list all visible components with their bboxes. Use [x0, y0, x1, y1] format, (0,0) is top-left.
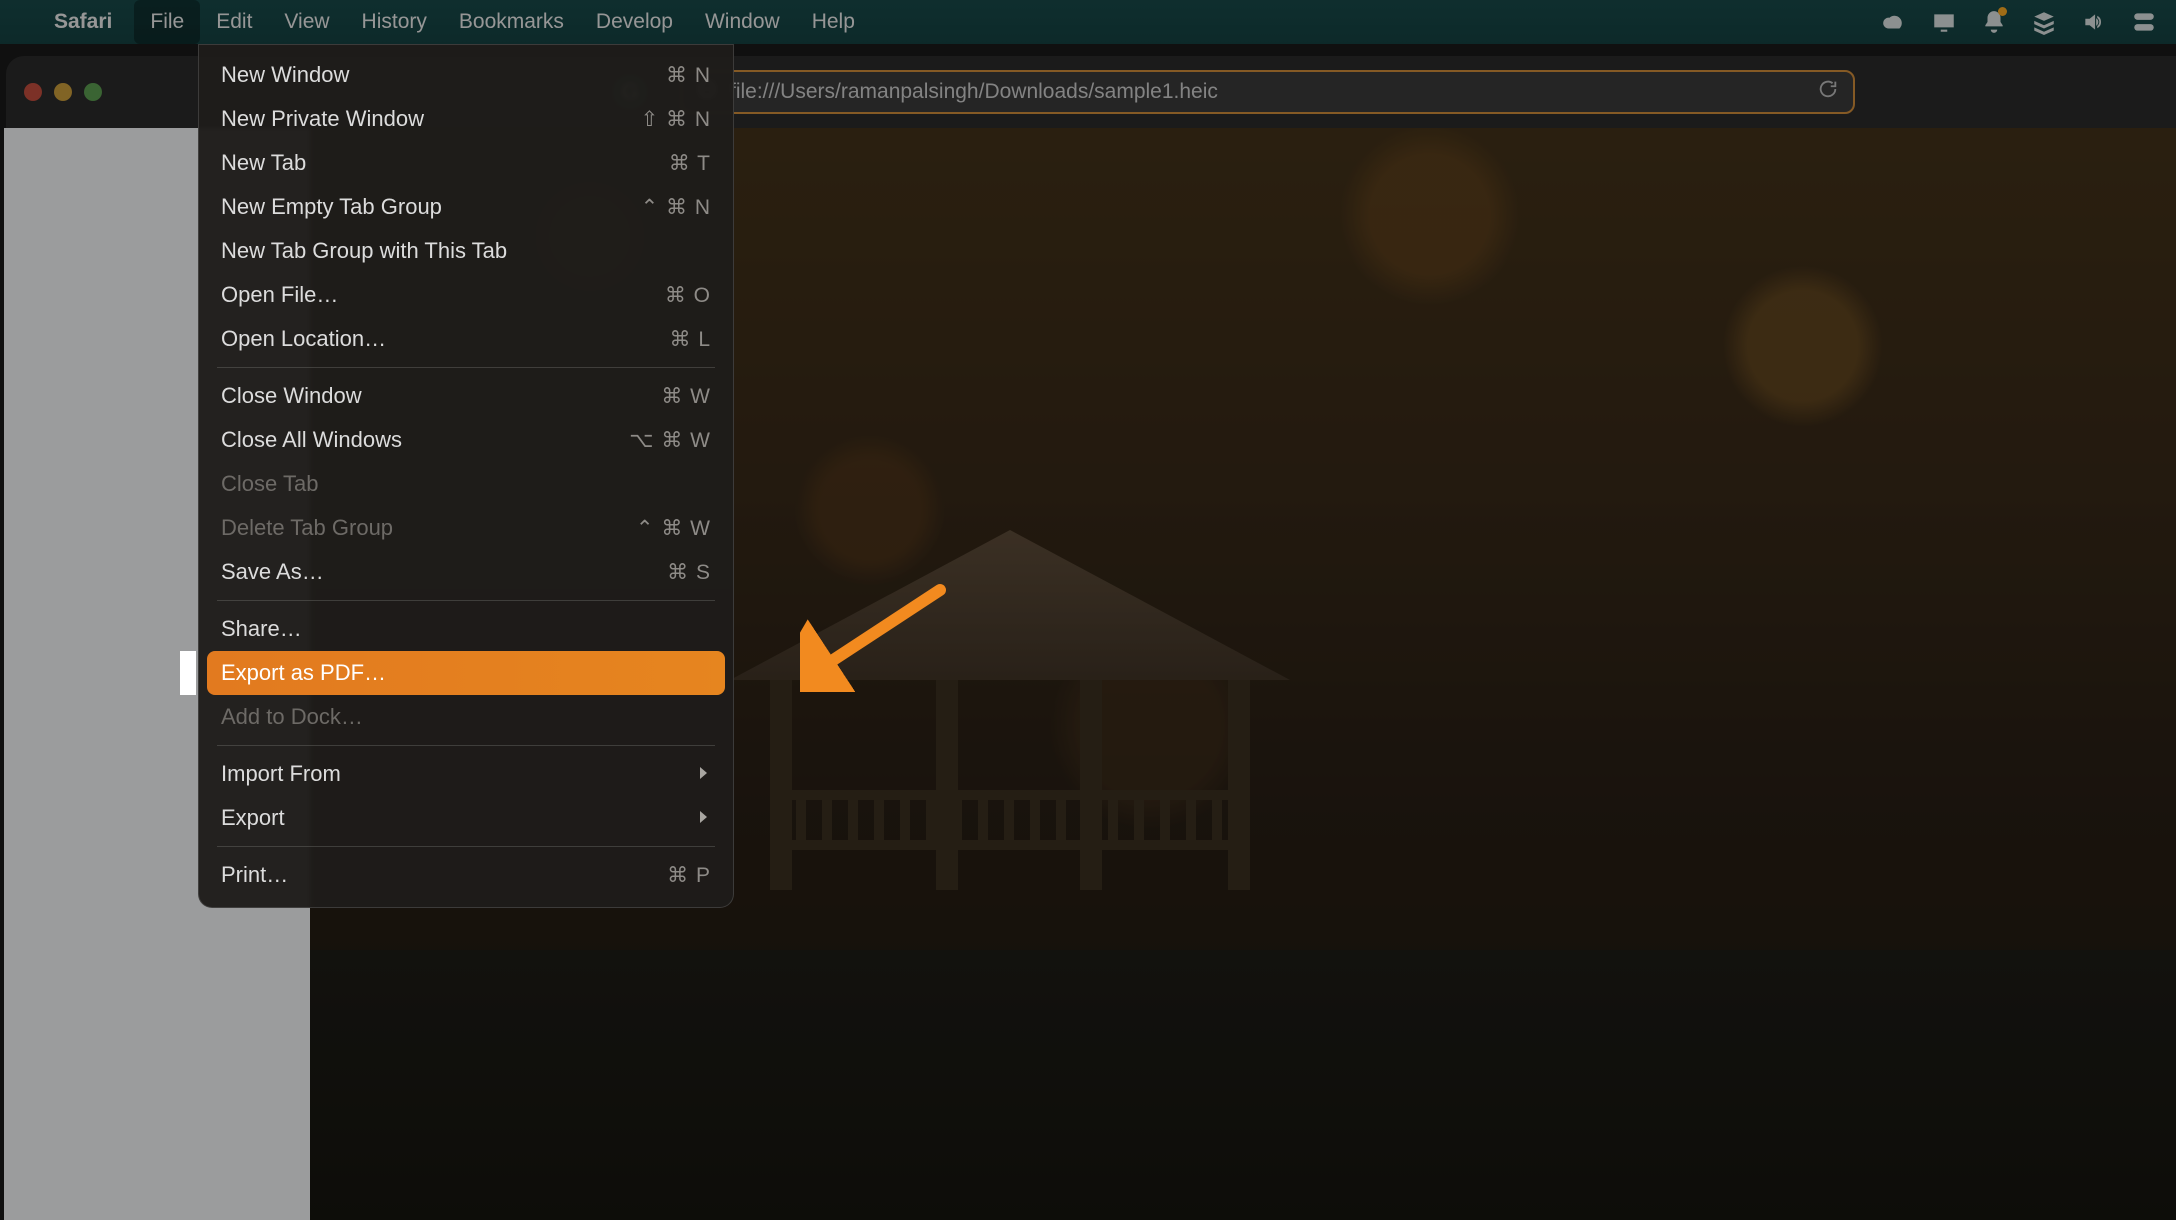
menubar-item-file[interactable]: File: [134, 0, 200, 44]
menu-item-new-empty-tab-group[interactable]: New Empty Tab Group ⌃ ⌘ N: [207, 185, 725, 229]
control-center-icon[interactable]: [2130, 8, 2158, 36]
menubar-item-bookmarks[interactable]: Bookmarks: [443, 0, 580, 44]
menu-item-new-window[interactable]: New Window ⌘ N: [207, 53, 725, 97]
address-bar-url: file:///Users/ramanpalsingh/Downloads/sa…: [730, 80, 1218, 104]
menu-item-label: Delete Tab Group: [221, 515, 393, 541]
menu-item-label: Export: [221, 805, 285, 831]
menu-item-close-tab: Close Tab: [207, 462, 725, 506]
menu-item-add-to-dock: Add to Dock…: [207, 695, 725, 739]
notifications-icon[interactable]: [1980, 8, 2008, 36]
menu-item-shortcut: ⌘ O: [665, 283, 711, 308]
window-close-button[interactable]: [24, 83, 42, 101]
menu-item-export[interactable]: Export: [207, 796, 725, 840]
chevron-right-icon: [695, 805, 711, 831]
menu-item-label: New Tab: [221, 150, 306, 176]
menu-item-label: Print…: [221, 862, 288, 888]
menu-item-label: Close Window: [221, 383, 362, 409]
menu-item-shortcut: ⌘ S: [667, 560, 711, 585]
menu-item-delete-tab-group: Delete Tab Group ⌃ ⌘ W: [207, 506, 725, 550]
menu-item-share[interactable]: Share…: [207, 607, 725, 651]
stack-icon[interactable]: [2030, 8, 2058, 36]
menu-item-shortcut: ⌃ ⌘ W: [636, 516, 711, 541]
menu-item-label: Close All Windows: [221, 427, 402, 453]
menu-item-export-as-pdf[interactable]: Export as PDF…: [207, 651, 725, 695]
menu-item-shortcut: ⌘ L: [669, 327, 711, 352]
menu-item-label: New Tab Group with This Tab: [221, 238, 507, 264]
menu-item-shortcut: ⌘ T: [669, 151, 711, 176]
address-bar[interactable]: file:///Users/ramanpalsingh/Downloads/sa…: [680, 70, 1855, 114]
highlight-marker: [180, 651, 196, 695]
display-icon[interactable]: [1930, 8, 1958, 36]
menu-item-label: Add to Dock…: [221, 704, 363, 730]
menubar-item-develop[interactable]: Develop: [580, 0, 689, 44]
chevron-right-icon: [695, 761, 711, 787]
menu-item-new-tab[interactable]: New Tab ⌘ T: [207, 141, 725, 185]
macos-menubar: Safari FileEditViewHistoryBookmarksDevel…: [0, 0, 2176, 44]
menu-item-shortcut: ⌘ N: [666, 63, 711, 88]
menubar-item-window[interactable]: Window: [689, 0, 796, 44]
file-menu-dropdown: New Window⌘ NNew Private Window⇧ ⌘ NNew …: [198, 44, 734, 908]
menu-item-label: Open Location…: [221, 326, 386, 352]
menu-item-label: New Window: [221, 62, 349, 88]
volume-icon[interactable]: [2080, 8, 2108, 36]
menu-item-shortcut: ⌥ ⌘ W: [629, 428, 711, 453]
menubar-item-help[interactable]: Help: [796, 0, 871, 44]
menu-item-label: Export as PDF…: [221, 660, 386, 686]
window-minimize-button[interactable]: [54, 83, 72, 101]
menu-item-label: New Empty Tab Group: [221, 194, 442, 220]
menu-item-new-tab-group-with-this-tab[interactable]: New Tab Group with This Tab: [207, 229, 725, 273]
menu-item-shortcut: ⌘ P: [667, 863, 711, 888]
app-name[interactable]: Safari: [54, 10, 112, 34]
menu-item-label: Import From: [221, 761, 341, 787]
menu-item-close-window[interactable]: Close Window ⌘ W: [207, 374, 725, 418]
menubar-item-history[interactable]: History: [346, 0, 443, 44]
creative-cloud-icon[interactable]: [1880, 8, 1908, 36]
menubar-item-edit[interactable]: Edit: [200, 0, 268, 44]
menu-item-label: Open File…: [221, 282, 338, 308]
menu-item-label: Save As…: [221, 559, 324, 585]
menu-item-label: Share…: [221, 616, 302, 642]
menu-item-open-location[interactable]: Open Location… ⌘ L: [207, 317, 725, 361]
menu-item-print[interactable]: Print… ⌘ P: [207, 853, 725, 897]
menubar-item-view[interactable]: View: [268, 0, 345, 44]
menu-item-close-all-windows[interactable]: Close All Windows ⌥ ⌘ W: [207, 418, 725, 462]
menu-item-label: New Private Window: [221, 106, 424, 132]
menu-item-save-as[interactable]: Save As… ⌘ S: [207, 550, 725, 594]
reload-icon[interactable]: [1817, 78, 1839, 106]
window-traffic-lights: [24, 83, 102, 101]
menu-item-label: Close Tab: [221, 471, 318, 497]
menu-item-shortcut: ⌘ W: [661, 384, 711, 409]
menu-item-shortcut: ⇧ ⌘ N: [641, 107, 711, 132]
menu-item-new-private-window[interactable]: New Private Window ⇧ ⌘ N: [207, 97, 725, 141]
menu-item-import-from[interactable]: Import From: [207, 752, 725, 796]
menu-item-open-file[interactable]: Open File… ⌘ O: [207, 273, 725, 317]
window-maximize-button[interactable]: [84, 83, 102, 101]
menu-item-shortcut: ⌃ ⌘ N: [641, 195, 711, 220]
